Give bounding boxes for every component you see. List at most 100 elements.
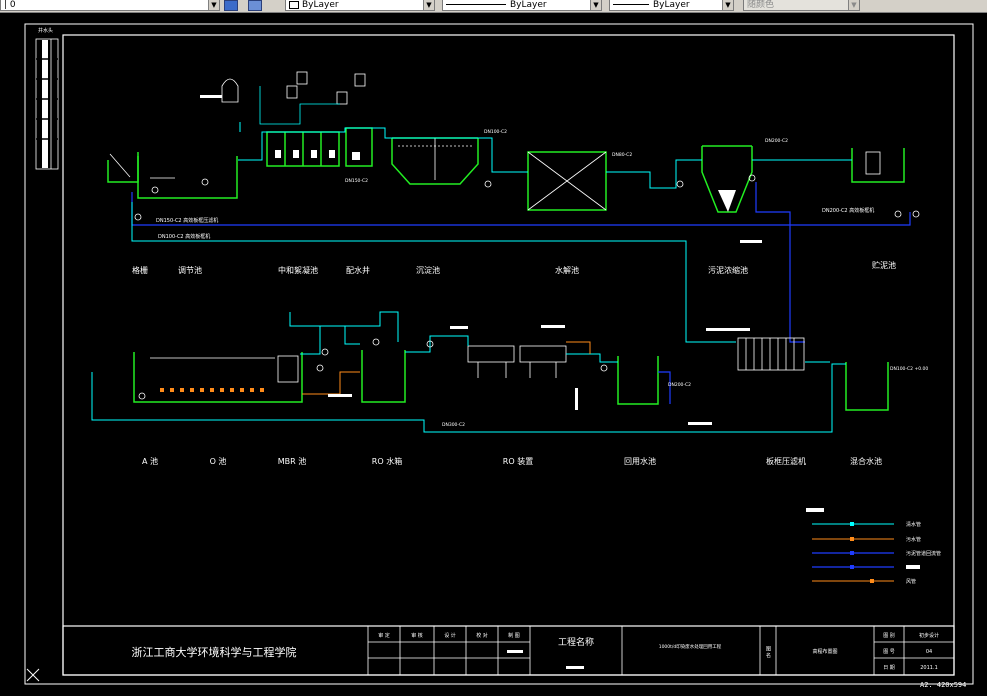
- process-label-bottom-7: 板框压滤机: [766, 456, 806, 466]
- process-label-top-1: 格栅: [132, 265, 148, 275]
- inner-frame: [62, 34, 955, 676]
- title-value-type: 初步设计: [919, 632, 939, 639]
- layer-value: | 0: [4, 0, 16, 10]
- process-label-bottom-4: RO 水箱: [372, 456, 402, 466]
- legend-item: [812, 565, 920, 569]
- sedimentation-tank: [391, 137, 479, 185]
- linetype-preview-icon: [446, 4, 506, 5]
- layer-previous-icon[interactable]: [248, 0, 262, 11]
- chevron-down-icon[interactable]: ▼: [848, 0, 859, 10]
- legend-item: 清水管: [812, 521, 921, 528]
- layer-dropdown[interactable]: | 0 ▼: [0, 0, 220, 11]
- pipe-note-small-2: DN80-C2: [612, 152, 632, 158]
- project-name: 1000t/d印染废水处理回用工程: [659, 643, 722, 650]
- lineweight-preview-icon: [613, 4, 649, 5]
- chevron-down-icon[interactable]: ▼: [590, 0, 601, 10]
- legend-item: 污水管: [812, 536, 921, 543]
- filter-press: [737, 337, 805, 371]
- legend-item: 风管: [812, 578, 916, 585]
- legend-item: 污泥管道回流管: [812, 550, 941, 557]
- outer-frame: [24, 23, 974, 685]
- process-label-bottom-1: A 池: [142, 456, 158, 466]
- pipe-note-dn100-mixed: DN100-C2 +0.00: [890, 366, 928, 372]
- process-label-top-4: 配水井: [346, 265, 370, 275]
- svg-text:污水管: 污水管: [906, 536, 921, 543]
- top-process-line: DN150-C2 高效板框压滤机 DN100-C2 高效板框机 DN200-C2…: [107, 71, 920, 343]
- pump-icons-bottom: [138, 338, 608, 400]
- neutralization-tank: [266, 131, 340, 167]
- process-label-bottom-5: RO 装置: [503, 456, 533, 466]
- pump-icons: [134, 174, 920, 221]
- sheet-size: A2: 420x594: [920, 681, 967, 689]
- ro-water-tank: [361, 350, 406, 403]
- process-label-top-5: 沉淀池: [416, 265, 440, 275]
- corner-label: 井水头: [38, 27, 53, 34]
- color-value: ByLayer: [302, 0, 339, 10]
- color-dropdown[interactable]: ByLayer ▼: [285, 0, 435, 11]
- screen-tank: [107, 152, 139, 183]
- plotstyle-dropdown[interactable]: 随颜色 ▼: [743, 0, 860, 11]
- bottom-clean-pipe: [300, 325, 360, 355]
- pipe-note-small-3: DN150-C2: [345, 178, 368, 184]
- svg-text:污泥管道回流管: 污泥管道回流管: [906, 550, 941, 557]
- process-label-bottom-2: O 池: [210, 456, 227, 466]
- layer-state-icon[interactable]: [224, 0, 238, 11]
- linetype-value: ByLayer: [510, 0, 547, 10]
- title-label-type: 图 别: [883, 632, 895, 639]
- pipe-note-dn200-bottom: DN200-C2: [668, 382, 691, 388]
- reuse-water-tank: [617, 356, 659, 405]
- svg-text:清水管: 清水管: [906, 521, 921, 528]
- sludge-storage-tank: [851, 148, 905, 183]
- title-value-date: 2011.1: [920, 665, 938, 671]
- regulating-tank: [137, 156, 238, 199]
- drawing-title: 高程布置图: [812, 648, 837, 655]
- color-swatch-icon: [289, 0, 299, 9]
- title-cell-draw: 制 图: [508, 632, 520, 639]
- lineweight-dropdown[interactable]: ByLayer ▼: [609, 0, 734, 11]
- sludge-pipe-1: [131, 192, 911, 226]
- plotstyle-value: 随颜色: [747, 0, 775, 10]
- pipe-note-dn200-right: DN200-C2 高效板框机: [822, 207, 874, 214]
- process-label-bottom-6: 回用水池: [624, 456, 656, 466]
- process-label-top-3: 中和絮凝池: [278, 265, 318, 275]
- process-label-top-7: 污泥浓缩池: [708, 265, 748, 275]
- chevron-down-icon[interactable]: ▼: [208, 0, 219, 10]
- title-cell-design: 设 计: [444, 632, 456, 639]
- process-label-top-6: 水解池: [555, 265, 579, 275]
- title-cell-check: 审 核: [411, 632, 423, 639]
- title-label-number: 图 号: [883, 649, 895, 655]
- ao-mbr-tank: [133, 352, 303, 403]
- label-block: [200, 95, 222, 98]
- institution-name: 浙江工商大学环境科学与工程学院: [132, 645, 297, 659]
- project-label: 工程名称: [558, 636, 594, 648]
- pipe-note-dn100: DN100-C2 高效板框机: [158, 233, 210, 240]
- bottom-process-line: DN300-C2 DN200-C2 DN100-C2 +0.00 A 池 O 池…: [91, 311, 928, 466]
- distribution-well: [345, 127, 373, 167]
- pipe-note-dn150: DN150-C2 高效板框压滤机: [156, 217, 218, 224]
- lineweight-value: ByLayer: [653, 0, 690, 10]
- process-label-bottom-3: MBR 池: [278, 456, 307, 466]
- hydrolysis-tank: [527, 151, 607, 211]
- ro-unit: [467, 345, 567, 378]
- pipe-note-small-1: DN100-C2: [484, 129, 507, 135]
- svg-text:风管: 风管: [906, 578, 916, 585]
- drawing-col-label: 图 名: [765, 646, 771, 659]
- title-cell-review: 审 定: [378, 632, 390, 639]
- title-value-number: 04: [926, 649, 932, 655]
- linetype-dropdown[interactable]: ByLayer ▼: [442, 0, 602, 11]
- legend: 清水管 污水管 污泥管道回流管 风管: [806, 508, 941, 585]
- chevron-down-icon[interactable]: ▼: [423, 0, 434, 10]
- mixed-water-tank: [845, 362, 889, 411]
- process-label-top-2: 调节池: [178, 265, 202, 275]
- aeration-diffusers: [160, 388, 264, 392]
- binding-strip: [35, 38, 59, 170]
- ucs-icon: [26, 668, 40, 682]
- bottom-return-pipe: [91, 363, 846, 433]
- chevron-down-icon[interactable]: ▼: [722, 0, 733, 10]
- drawing-canvas[interactable]: 井水头 DN150-C2 高效板框压滤机 DN100-C2 高效板框机 DN20…: [0, 12, 987, 696]
- pipe-note-small-4: DN200-C2: [765, 138, 788, 144]
- title-cell-proof: 校 对: [476, 632, 488, 639]
- dosing-tanks: [221, 71, 366, 105]
- title-label-date: 日 期: [883, 665, 895, 671]
- sludge-thickener: [701, 145, 753, 213]
